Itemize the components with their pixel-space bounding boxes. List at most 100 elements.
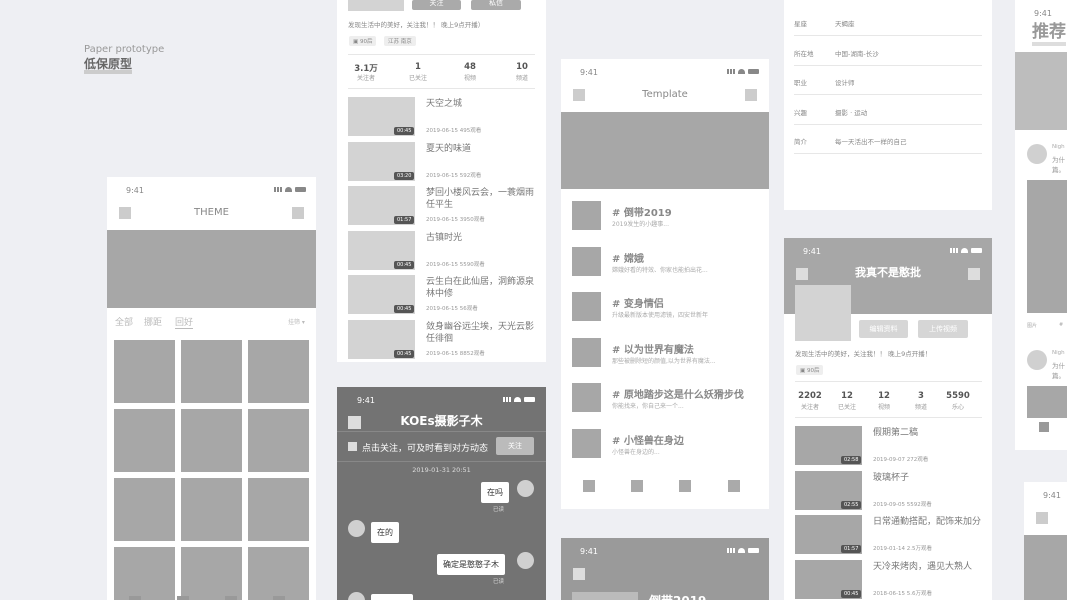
video-duration: 00:45 bbox=[841, 589, 862, 598]
tag-location: 江苏 南京 bbox=[384, 36, 416, 46]
video-meta: 2019-06-15 5590观看 bbox=[426, 261, 485, 268]
status-time: 9:41 bbox=[580, 68, 598, 77]
small-label: 图片 bbox=[1027, 323, 1038, 329]
video-duration: 00:45 bbox=[394, 260, 415, 269]
info-label: 星座 bbox=[794, 20, 807, 28]
back-button[interactable] bbox=[1036, 512, 1048, 524]
profile-screen-left: 关注 私信 发现生活中的美好，关注我！！ 晚上9点开播） ▣ 90后 江苏 南京… bbox=[337, 0, 546, 362]
divider bbox=[794, 94, 982, 95]
grid-item[interactable] bbox=[248, 547, 309, 600]
upload-video-button[interactable]: 上传视频 bbox=[918, 320, 968, 338]
banner-image bbox=[107, 230, 316, 308]
grid-item[interactable] bbox=[181, 340, 242, 403]
edit-profile-button[interactable]: 编辑资料 bbox=[859, 320, 908, 338]
video-title[interactable]: 日常通勤搭配，配饰来加分 bbox=[873, 516, 985, 528]
grid-item[interactable] bbox=[248, 409, 309, 472]
status-time: 9:41 bbox=[357, 396, 375, 405]
tabbar-icon-1[interactable] bbox=[583, 480, 595, 492]
topic-subtitle: 你能找来，你自己来一个... bbox=[612, 403, 684, 410]
grid-item[interactable] bbox=[181, 409, 242, 472]
avatar-other bbox=[348, 520, 365, 537]
video-title[interactable]: 云生白在此仙居，洞飾源泉林中修 bbox=[426, 276, 538, 300]
video-title[interactable]: 古镇时光 bbox=[426, 232, 538, 244]
theme-screen: 9:41 THEME 全部 挪距 回好 挂筛 ▾ bbox=[107, 177, 316, 600]
message-bubble-2: 在的 bbox=[371, 522, 399, 543]
info-value: 摄影 · 运动 bbox=[835, 108, 868, 117]
recommend-title: 推荐 bbox=[1032, 22, 1066, 46]
tabbar-icon-2[interactable] bbox=[177, 596, 189, 600]
read-status-3: 已读 bbox=[493, 579, 505, 585]
grid-item[interactable] bbox=[181, 478, 242, 541]
topic-title[interactable]: # 变身情侣 bbox=[612, 295, 664, 310]
tab-3[interactable]: 回好 bbox=[175, 315, 194, 329]
grid-item[interactable] bbox=[181, 547, 242, 600]
info-label: 所在地 bbox=[794, 49, 814, 58]
divider bbox=[794, 64, 982, 66]
follow-button[interactable]: 关注 bbox=[496, 437, 534, 455]
topic-subtitle: 2019发生的小趣事... bbox=[612, 221, 669, 228]
tab-all[interactable]: 全部 bbox=[115, 315, 133, 328]
video-title[interactable]: 夏天的味道 bbox=[426, 143, 538, 155]
topic-thumbnail[interactable] bbox=[572, 383, 601, 412]
notice-checkbox[interactable] bbox=[348, 442, 357, 451]
status-icons bbox=[503, 397, 535, 402]
stat-label: 关注者 bbox=[800, 404, 819, 411]
video-title[interactable]: 玻璃杯子 bbox=[873, 472, 985, 484]
topic-thumbnail[interactable] bbox=[572, 292, 601, 321]
divider bbox=[337, 461, 546, 462]
topic-title[interactable]: # 小怪兽在身边 bbox=[612, 432, 684, 447]
topic-title[interactable]: # 倒带2019 bbox=[612, 204, 672, 219]
grid-item[interactable] bbox=[114, 547, 175, 600]
tabbar-icon-3[interactable] bbox=[225, 596, 237, 600]
video-meta: 2019-01-14 2.5万观看 bbox=[873, 546, 932, 553]
filter-dropdown[interactable]: 挂筛 ▾ bbox=[288, 317, 305, 326]
video-title[interactable]: 梦回小楼风云会，一蓑烟雨任平生 bbox=[426, 187, 538, 211]
video-duration: 02:55 bbox=[841, 500, 862, 509]
divider bbox=[795, 381, 982, 382]
grid-item[interactable] bbox=[248, 478, 309, 541]
tab-2[interactable]: 挪距 bbox=[144, 315, 162, 328]
recommend-screen-2: 9:41 bbox=[1024, 482, 1067, 600]
stat-label: 频道 bbox=[515, 75, 528, 82]
message-button[interactable]: 私信 bbox=[471, 0, 521, 10]
topic-title[interactable]: # 嫦娥 bbox=[612, 250, 644, 265]
stat-label: 视频 bbox=[463, 75, 476, 82]
profile-name: 我真不是憨批 bbox=[855, 266, 921, 279]
grid-item[interactable] bbox=[114, 409, 175, 472]
stat-label: 已关注 bbox=[837, 404, 856, 411]
more-button[interactable] bbox=[968, 268, 980, 280]
grid-item[interactable] bbox=[114, 340, 175, 403]
topic-thumbnail[interactable] bbox=[572, 428, 601, 458]
topic-thumbnail[interactable] bbox=[572, 337, 601, 367]
topic-thumbnail[interactable] bbox=[572, 201, 601, 230]
grid-item[interactable] bbox=[248, 340, 309, 403]
tabbar-icon[interactable] bbox=[1039, 422, 1049, 432]
topic-subtitle: 那些被删除短的颜值,以为世界有魔法... bbox=[612, 357, 716, 365]
follow-notice: 点击关注，可及时看到对方动态 bbox=[362, 444, 489, 454]
video-title[interactable]: 天冷来烤肉，遇见大熟人 bbox=[873, 561, 985, 573]
tag-age: ▣ 90后 bbox=[349, 36, 377, 46]
profile-avatar bbox=[795, 285, 851, 341]
back-button[interactable] bbox=[573, 568, 585, 580]
stat-value: 12 bbox=[841, 391, 853, 401]
menu-button[interactable] bbox=[745, 89, 757, 101]
tabbar-icon-4[interactable] bbox=[273, 596, 285, 600]
tabbar-icon-4[interactable] bbox=[728, 480, 740, 492]
topic-detail-screen: 9:41 倒带2019 bbox=[561, 538, 769, 600]
status-time: 9:41 bbox=[1034, 9, 1052, 18]
topic-title[interactable]: # 原地踏步这是什么妖猾步伐 bbox=[612, 386, 744, 401]
avatar-other bbox=[348, 592, 365, 600]
video-title[interactable]: 天空之城 bbox=[426, 98, 538, 110]
video-title[interactable]: 假期第二稿 bbox=[873, 427, 985, 439]
follow-button[interactable]: 关注 bbox=[412, 0, 461, 10]
grid-item[interactable] bbox=[114, 478, 175, 541]
tabbar-icon-3[interactable] bbox=[679, 480, 691, 492]
topic-title[interactable]: # 以为世界有魔法 bbox=[612, 341, 694, 356]
divider bbox=[794, 35, 982, 36]
profile-info-screen: 星座 天蝎座 所在地 中国-湖南-长沙 职业 设计师 兴趣 摄影 · 运动 简介 每一天活出不一样… bbox=[784, 0, 992, 210]
menu-button[interactable] bbox=[292, 207, 304, 219]
tabbar-icon-1[interactable] bbox=[129, 596, 141, 600]
topic-thumbnail[interactable] bbox=[572, 246, 601, 276]
video-title[interactable]: 敛身幽谷远尘埃，天光云影任徘徊 bbox=[426, 321, 538, 345]
tabbar-icon-2[interactable] bbox=[631, 480, 643, 492]
